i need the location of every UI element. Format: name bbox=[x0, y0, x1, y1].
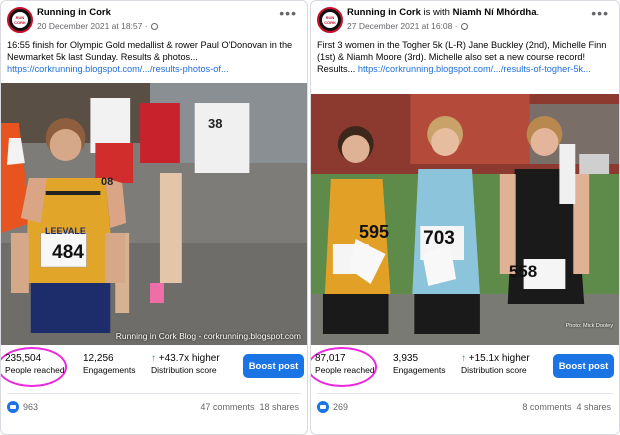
engagements-value: 12,256 bbox=[83, 353, 114, 364]
post-caption: First 3 women in the Togher 5k (L-R) Jan… bbox=[317, 39, 613, 75]
engagements-label: Engagements bbox=[83, 365, 136, 375]
photo-illustration bbox=[1, 83, 307, 345]
bib-number: 38 bbox=[208, 116, 223, 131]
avatar[interactable]: RUN CORK bbox=[7, 7, 33, 33]
distribution-label: Distribution score bbox=[151, 365, 217, 375]
shares-count[interactable]: 4 shares bbox=[576, 402, 611, 412]
post-header: RUN CORK Running in Cork 20 December 2021… bbox=[7, 6, 301, 36]
bib-number: 08 bbox=[101, 176, 114, 188]
reactions-bar: 269 8 comments 4 shares bbox=[317, 398, 613, 418]
post-caption: 16:55 finish for Olympic Gold medallist … bbox=[7, 39, 301, 75]
caption-link[interactable]: https://corkrunning.blogspot.com/.../res… bbox=[358, 64, 591, 74]
post-photo[interactable]: 595 703 558 Photo: Mick Dooley bbox=[311, 94, 619, 345]
reaction-count[interactable]: 269 bbox=[333, 402, 348, 412]
people-reached-label: People reached bbox=[5, 365, 65, 375]
bib-number: 703 bbox=[423, 228, 455, 249]
page-name[interactable]: Running in Cork bbox=[347, 7, 421, 18]
reactions-bar: 963 47 comments 18 shares bbox=[7, 398, 301, 418]
post-photo[interactable]: LEEVALE 484 38 08 Running in Cork Blog -… bbox=[1, 83, 307, 345]
distribution-stat[interactable]: ↑ +43.7x higher Distribution score bbox=[151, 353, 220, 376]
globe-icon bbox=[150, 23, 158, 30]
bib-number: 595 bbox=[359, 222, 390, 242]
avatar-logo: RUN CORK bbox=[12, 12, 28, 28]
engagements-label: Engagements bbox=[393, 365, 446, 375]
with-text: is with bbox=[420, 7, 453, 18]
post-header: RUN CORK Running in Cork is with Niamh Ní… bbox=[317, 6, 613, 36]
up-arrow-icon: ↑ bbox=[461, 353, 466, 364]
comments-count[interactable]: 47 comments bbox=[200, 402, 254, 412]
post-meta: 20 December 2021 at 18:57 · bbox=[37, 21, 158, 31]
engagements-stat[interactable]: 12,256 Engagements bbox=[83, 353, 135, 376]
divider bbox=[317, 393, 613, 394]
caption-link[interactable]: https://corkrunning.blogspot.com/.../res… bbox=[7, 64, 229, 74]
engagements-value: 3,935 bbox=[393, 353, 419, 364]
bib-number: 558 bbox=[508, 262, 538, 281]
people-reached-value: 87,017 bbox=[315, 353, 346, 364]
page-name[interactable]: Running in Cork bbox=[37, 7, 111, 18]
more-options-icon[interactable]: ••• bbox=[591, 6, 609, 20]
more-options-icon[interactable]: ••• bbox=[279, 6, 297, 20]
people-reached-value: 235,504 bbox=[5, 353, 42, 364]
like-icon[interactable] bbox=[317, 401, 329, 413]
people-reached-label: People reached bbox=[315, 365, 375, 375]
distribution-value: +43.7x higher bbox=[158, 353, 220, 364]
post-author-line: Running in Cork is with Niamh Ní Mhórdha… bbox=[347, 7, 540, 18]
post-timestamp[interactable]: 27 December 2021 at 16:08 bbox=[347, 21, 452, 31]
photo-credit: Photo: Mick Dooley bbox=[565, 323, 613, 329]
people-reached-stat[interactable]: 87,017 People reached bbox=[315, 353, 375, 376]
post-meta: 27 December 2021 at 16:08 · bbox=[347, 21, 468, 31]
comments-count[interactable]: 8 comments bbox=[522, 402, 571, 412]
shares-count[interactable]: 18 shares bbox=[259, 402, 299, 412]
tagged-name[interactable]: Niamh Ní Mhórdha bbox=[453, 7, 537, 18]
globe-icon bbox=[460, 23, 468, 30]
avatar[interactable]: RUN CORK bbox=[317, 7, 343, 33]
reaction-count[interactable]: 963 bbox=[23, 402, 38, 412]
up-arrow-icon: ↑ bbox=[151, 353, 156, 364]
post-insights: 87,017 People reached 3,935 Engagements … bbox=[311, 347, 619, 389]
engagements-stat[interactable]: 3,935 Engagements bbox=[393, 353, 445, 376]
post-card: RUN CORK Running in Cork is with Niamh Ní… bbox=[310, 0, 620, 435]
avatar-logo: RUN CORK bbox=[322, 12, 338, 28]
post-card: RUN CORK Running in Cork 20 December 2021… bbox=[0, 0, 308, 435]
distribution-value: +15.1x higher bbox=[468, 353, 530, 364]
photo-illustration bbox=[311, 94, 619, 345]
bib-number: 484 bbox=[52, 242, 84, 263]
boost-post-button[interactable]: Boost post bbox=[553, 354, 614, 378]
caption-text: 16:55 finish for Olympic Gold medallist … bbox=[7, 40, 293, 62]
jersey-text: LEEVALE bbox=[45, 226, 86, 236]
people-reached-stat[interactable]: 235,504 People reached bbox=[5, 353, 65, 376]
post-insights: 235,504 People reached 12,256 Engagement… bbox=[1, 347, 307, 389]
photo-watermark: Running in Cork Blog - corkrunning.blogs… bbox=[115, 331, 301, 341]
divider bbox=[7, 393, 301, 394]
like-icon[interactable] bbox=[7, 401, 19, 413]
distribution-label: Distribution score bbox=[461, 365, 527, 375]
post-timestamp[interactable]: 20 December 2021 at 18:57 bbox=[37, 21, 142, 31]
distribution-stat[interactable]: ↑ +15.1x higher Distribution score bbox=[461, 353, 530, 376]
boost-post-button[interactable]: Boost post bbox=[243, 354, 304, 378]
post-author-line: Running in Cork bbox=[37, 7, 111, 18]
